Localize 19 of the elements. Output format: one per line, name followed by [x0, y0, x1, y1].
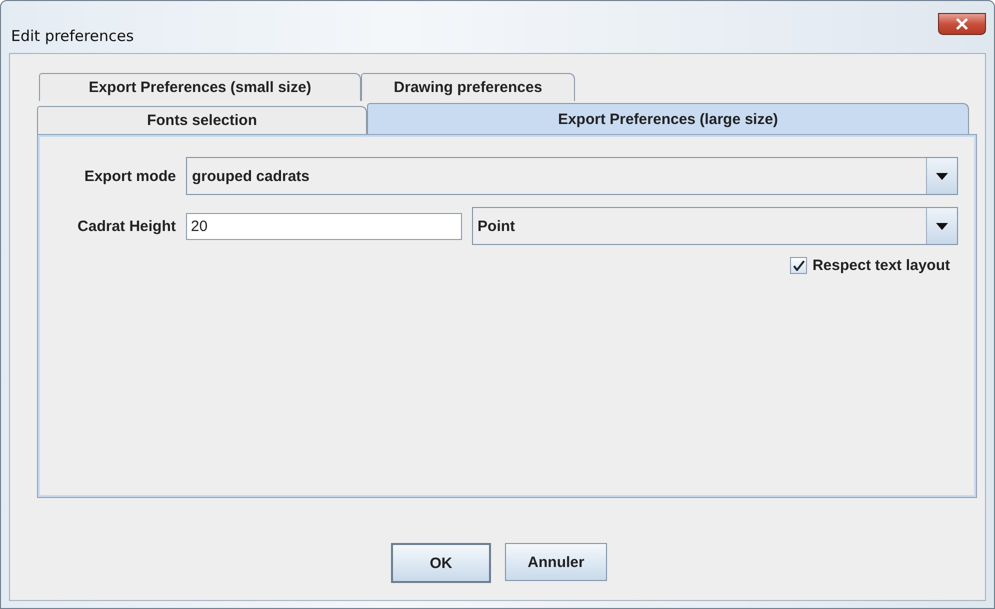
- checkbox[interactable]: [790, 257, 808, 274]
- tab[interactable]: Export Preferences (small size): [39, 73, 361, 101]
- close-button[interactable]: [938, 13, 986, 35]
- input-field[interactable]: 20: [186, 212, 462, 240]
- caret-icon: [936, 172, 948, 180]
- checkbox-label: Respect text layout: [812, 257, 950, 274]
- close-icon: [955, 18, 969, 30]
- field-label: Export mode: [83, 168, 176, 184]
- export-mode-dropdown[interactable]: grouped cadrats: [186, 157, 958, 195]
- window-title: Edit preferences: [11, 27, 134, 45]
- field-label: Cadrat Height: [76, 218, 176, 234]
- tab[interactable]: Fonts selection: [37, 106, 367, 134]
- caret-icon: [936, 222, 948, 230]
- tab[interactable]: Export Preferences (large size): [367, 103, 969, 134]
- unit-dropdown[interactable]: Point: [472, 207, 958, 245]
- check-icon: [792, 260, 805, 271]
- dialog-button[interactable]: OK: [391, 543, 491, 583]
- dialog-button[interactable]: Annuler: [505, 543, 607, 581]
- tab[interactable]: Drawing preferences: [361, 73, 575, 101]
